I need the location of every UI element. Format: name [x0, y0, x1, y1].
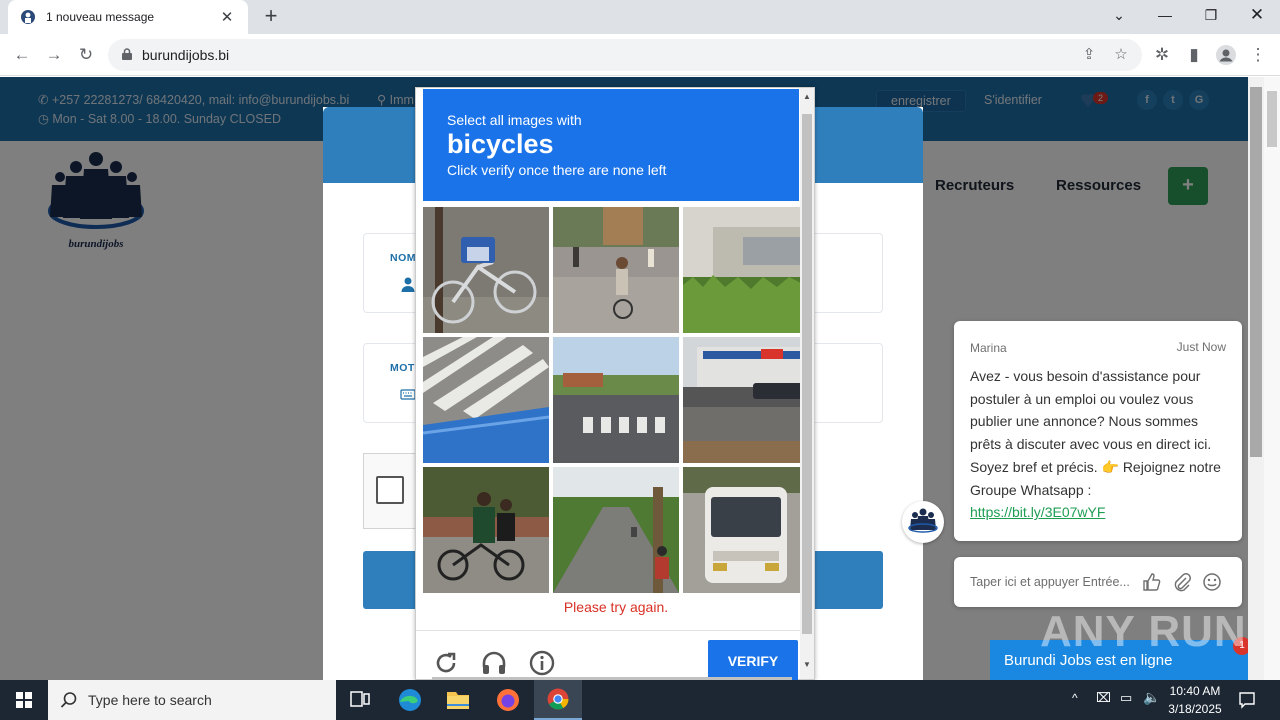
- page-scrollbar[interactable]: [1248, 77, 1264, 680]
- info-icon[interactable]: [528, 649, 556, 677]
- user-icon: [401, 277, 415, 292]
- site-favicon-icon: [21, 10, 35, 24]
- password-label: MOT: [390, 362, 415, 374]
- windows-start-icon[interactable]: [0, 680, 48, 720]
- edge-icon[interactable]: [386, 680, 434, 720]
- secondary-scrollbar[interactable]: [1264, 77, 1280, 680]
- captcha-scrollbar[interactable]: ▲ ▼: [800, 88, 814, 679]
- back-icon[interactable]: ←: [10, 43, 34, 67]
- audio-challenge-icon[interactable]: [480, 649, 508, 677]
- new-tab-button[interactable]: +: [258, 4, 284, 30]
- browser-toolbar: ← → ↻ burundijobs.bi ⇪ ☆ ✲ ▮ ⋮: [0, 34, 1280, 76]
- chat-agent-avatar: [902, 501, 944, 543]
- tab-close-icon[interactable]: ✕: [218, 8, 236, 26]
- network-icon[interactable]: ⌧: [1096, 690, 1111, 706]
- chrome-icon[interactable]: [534, 680, 582, 720]
- reload-icon[interactable]: ↻: [74, 43, 98, 67]
- scroll-down-icon[interactable]: ▼: [803, 660, 811, 669]
- captcha-tile-3[interactable]: [683, 207, 809, 333]
- captcha-tile-2[interactable]: [553, 207, 679, 333]
- whatsapp-group-link[interactable]: https://bit.ly/3E07wYF: [970, 504, 1105, 520]
- address-bar[interactable]: burundijobs.bi ⇪ ☆: [108, 39, 1142, 71]
- tab-title: 1 nouveau message: [46, 10, 155, 24]
- chat-timestamp: Just Now: [1176, 340, 1226, 354]
- captcha-instruction-bottom: Click verify once there are none left: [447, 162, 667, 178]
- captcha-instruction-top: Select all images with: [447, 112, 582, 128]
- captcha-tile-9[interactable]: [683, 467, 809, 593]
- notifications-icon[interactable]: [1238, 691, 1256, 709]
- chat-message-card: Marina Just Now Avez - vous besoin d'ass…: [954, 321, 1242, 541]
- emoji-icon[interactable]: [1202, 572, 1222, 592]
- captcha-header: Select all images with bicycles Click ve…: [423, 89, 799, 201]
- recaptcha-challenge: Select all images with bicycles Click ve…: [415, 87, 815, 680]
- web-page: ✆ +257 22281273/ 68420420, mail: info@bu…: [0, 77, 1248, 680]
- chat-input-placeholder: Taper ici et appuyer Entrée...: [970, 575, 1130, 589]
- tab-strip: 1 nouveau message ✕ + ⌄ — ❐ ✕: [0, 0, 1280, 34]
- captcha-tile-5[interactable]: [553, 337, 679, 463]
- chat-message-text: Avez - vous besoin d'assistance pour pos…: [970, 368, 1221, 521]
- firefox-icon[interactable]: [484, 680, 532, 720]
- clock-time[interactable]: 10:40 AM: [1160, 684, 1230, 698]
- recaptcha-anchor: [363, 453, 423, 529]
- captcha-image-grid: [423, 207, 809, 593]
- keyboard-icon: [400, 389, 416, 400]
- captcha-tile-1[interactable]: [423, 207, 549, 333]
- verify-button[interactable]: VERIFY: [708, 640, 798, 680]
- bookmark-star-icon[interactable]: ☆: [1110, 44, 1132, 66]
- lock-icon: [122, 48, 132, 60]
- captcha-tile-4[interactable]: [423, 337, 549, 463]
- thumbs-up-icon[interactable]: [1142, 572, 1162, 592]
- username-label: NOM: [390, 252, 416, 264]
- captcha-tile-8[interactable]: [553, 467, 679, 593]
- share-icon[interactable]: ⇪: [1078, 44, 1100, 66]
- file-explorer-icon[interactable]: [434, 680, 482, 720]
- side-panel-icon[interactable]: ▮: [1182, 43, 1206, 67]
- restore-icon[interactable]: ❐: [1188, 0, 1234, 30]
- browser-tab[interactable]: 1 nouveau message ✕: [8, 0, 248, 34]
- forward-icon[interactable]: →: [42, 43, 66, 67]
- secondary-scroll-thumb[interactable]: [1267, 91, 1277, 147]
- windows-taskbar: Type here to search ^ ⌧ ▭ 🔈 10:40 AM 3/1…: [0, 680, 1280, 720]
- monitor-icon[interactable]: ▭: [1120, 690, 1132, 706]
- chat-agent-name: Marina: [970, 341, 1007, 355]
- chat-input-box[interactable]: Taper ici et appuyer Entrée...: [954, 557, 1242, 607]
- chrome-menu-icon[interactable]: ⋮: [1246, 43, 1270, 67]
- captcha-error-message: Please try again.: [563, 599, 669, 615]
- volume-icon[interactable]: 🔈: [1143, 689, 1160, 706]
- captcha-tile-7[interactable]: [423, 467, 549, 593]
- taskbar-search-placeholder: Type here to search: [88, 692, 212, 708]
- search-icon: [60, 692, 77, 708]
- clock-date[interactable]: 3/18/2025: [1160, 702, 1230, 716]
- recaptcha-checkbox[interactable]: [376, 476, 404, 504]
- scroll-up-icon[interactable]: ▲: [803, 92, 811, 101]
- extensions-icon[interactable]: ✲: [1150, 43, 1174, 67]
- page-scroll-thumb[interactable]: [1250, 87, 1262, 457]
- tab-search-icon[interactable]: ⌄: [1096, 0, 1142, 30]
- task-view-icon[interactable]: [336, 680, 384, 720]
- reload-challenge-icon[interactable]: [432, 649, 460, 677]
- profile-icon[interactable]: [1214, 43, 1238, 67]
- minimize-icon[interactable]: —: [1142, 0, 1188, 30]
- captcha-scroll-thumb[interactable]: [802, 114, 812, 634]
- captcha-target: bicycles: [447, 129, 554, 159]
- taskbar-search-box[interactable]: Type here to search: [48, 680, 336, 720]
- captcha-tile-6[interactable]: [683, 337, 809, 463]
- url-text: burundijobs.bi: [142, 47, 230, 63]
- anyrun-watermark: ANY RUN: [1040, 607, 1247, 656]
- captcha-footer: VERIFY: [416, 630, 802, 680]
- close-icon[interactable]: ✕: [1234, 0, 1280, 30]
- attachment-icon[interactable]: [1172, 572, 1192, 592]
- tray-chevron-icon[interactable]: ^: [1072, 691, 1078, 705]
